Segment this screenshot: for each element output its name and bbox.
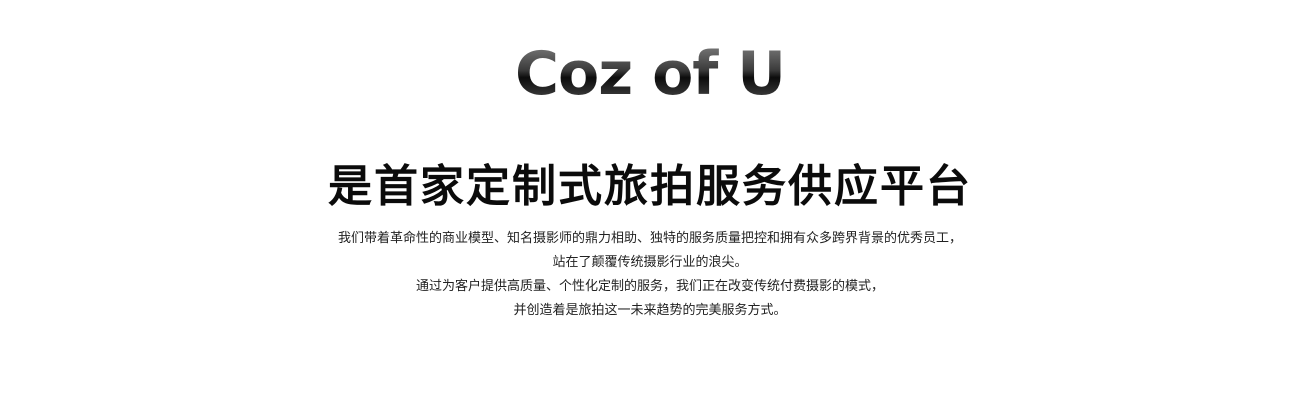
- page-headline: 是首家定制式旅拍服务供应平台: [328, 161, 972, 212]
- brand-logo: Coz of U: [0, 38, 1300, 110]
- description-line: 并创造着是旅拍这一未来趋势的完美服务方式。: [513, 303, 787, 318]
- description-line: 通过为客户提供高质量、个性化定制的服务，我们正在改变传统付费摄影的模式，: [415, 279, 884, 294]
- description-block: 我们带着革命性的商业模型、知名摄影师的鼎力相助、独特的服务质量把控和拥有众多跨界…: [0, 227, 1300, 323]
- description-line: 我们带着革命性的商业模型、知名摄影师的鼎力相助、独特的服务质量把控和拥有众多跨界…: [337, 231, 962, 246]
- description-line: 站在了颠覆传统摄影行业的浪尖。: [552, 255, 748, 270]
